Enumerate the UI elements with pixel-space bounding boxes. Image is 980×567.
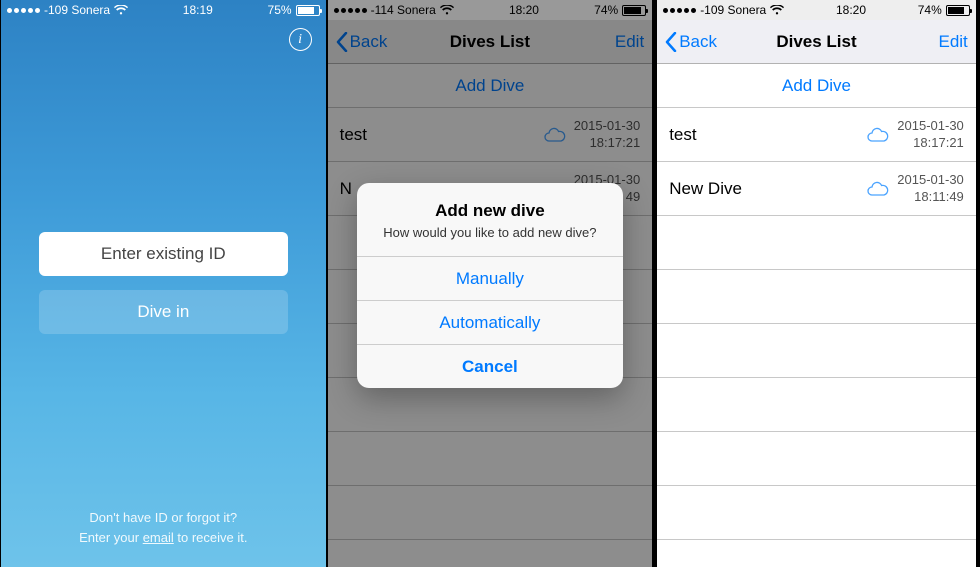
screen-dives-list: -109 Sonera 18:20 74% Back Dives List Ed… [653, 0, 980, 567]
dives-list: Add Dive test 2015-01-3018:17:21 New Div… [657, 64, 976, 567]
cloud-icon [867, 181, 889, 196]
alert-option-automatically[interactable]: Automatically [357, 300, 624, 344]
dive-date: 2015-01-30 [897, 118, 964, 134]
battery-pct: 74% [918, 3, 942, 17]
add-dive-label: Add Dive [782, 76, 851, 96]
status-bar: -109 Sonera 18:20 74% [657, 0, 976, 20]
alert-option-label: Manually [456, 269, 524, 289]
alert-title: Add new dive [373, 201, 608, 221]
status-bar: -109 Sonera 18:19 75% [1, 0, 326, 20]
signal-dots-icon [663, 8, 696, 13]
list-item[interactable]: New Dive 2015-01-3018:11:49 [657, 162, 976, 216]
chevron-left-icon [665, 32, 677, 52]
alert-cancel-label: Cancel [462, 357, 518, 377]
alert-option-label: Automatically [439, 313, 540, 333]
add-dive-alert: Add new dive How would you like to add n… [357, 183, 624, 388]
login-footer: Don't have ID or forgot it? Enter your e… [1, 508, 326, 547]
list-item [657, 270, 976, 324]
dive-name: test [669, 125, 696, 145]
back-button[interactable]: Back [665, 32, 717, 52]
wifi-icon [770, 5, 784, 15]
footer-email-link[interactable]: email [143, 530, 174, 545]
back-label: Back [679, 32, 717, 52]
battery-icon [296, 5, 320, 16]
footer-prefix: Enter your [79, 530, 143, 545]
dive-in-button[interactable]: Dive in [39, 290, 288, 334]
add-dive-button[interactable]: Add Dive [657, 64, 976, 108]
edit-label: Edit [938, 32, 967, 52]
edit-button[interactable]: Edit [938, 32, 967, 52]
carrier-label: -109 Sonera [700, 3, 766, 17]
dive-time: 18:11:49 [914, 189, 964, 205]
list-item [657, 324, 976, 378]
enter-id-button[interactable]: Enter existing ID [39, 232, 288, 276]
alert-cancel-button[interactable]: Cancel [357, 344, 624, 388]
alert-message: How would you like to add new dive? [373, 225, 608, 240]
dive-in-label: Dive in [137, 302, 189, 322]
alert-option-manually[interactable]: Manually [357, 256, 624, 300]
list-item [657, 432, 976, 486]
list-item [657, 378, 976, 432]
dive-name: New Dive [669, 179, 742, 199]
info-icon: i [289, 28, 312, 51]
dive-time: 18:17:21 [913, 135, 964, 151]
dive-date: 2015-01-30 [897, 172, 964, 188]
battery-pct: 75% [268, 3, 292, 17]
battery-icon [946, 5, 970, 16]
wifi-icon [114, 5, 128, 15]
list-item[interactable]: test 2015-01-3018:17:21 [657, 108, 976, 162]
cloud-icon [867, 127, 889, 142]
screen-dives-alert: -114 Sonera 18:20 74% Back Dives List Ed… [327, 0, 654, 567]
footer-suffix: to receive it. [174, 530, 248, 545]
carrier-label: -109 Sonera [44, 3, 110, 17]
list-item [657, 216, 976, 270]
footer-line1: Don't have ID or forgot it? [1, 508, 326, 528]
info-button[interactable]: i [289, 28, 312, 51]
signal-dots-icon [7, 8, 40, 13]
clock-label: 18:20 [836, 3, 866, 17]
nav-bar: Back Dives List Edit [657, 20, 976, 64]
enter-id-label: Enter existing ID [101, 244, 226, 264]
screen-login: -109 Sonera 18:19 75% i Enter existing I… [0, 0, 327, 567]
list-item [657, 486, 976, 540]
clock-label: 18:19 [183, 3, 213, 17]
